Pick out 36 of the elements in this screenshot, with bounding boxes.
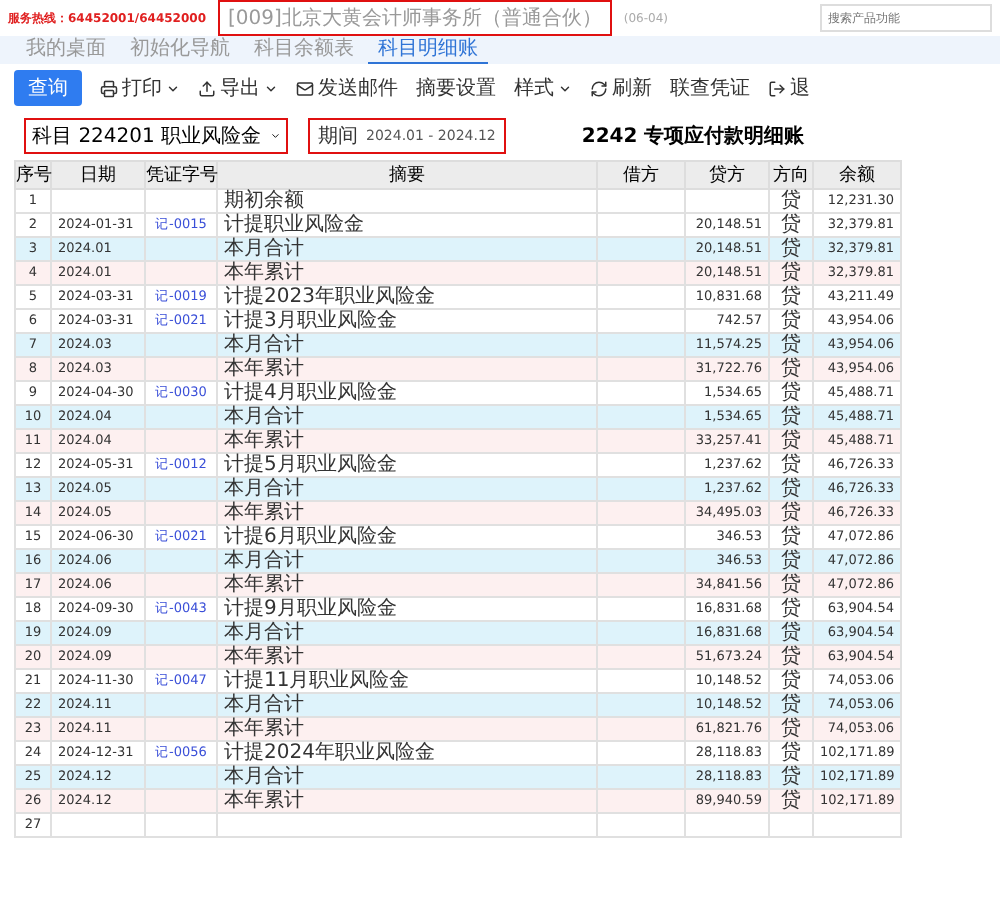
column-header: 日期 xyxy=(51,161,145,189)
column-header: 方向 xyxy=(769,161,813,189)
toolbar-button[interactable]: 导出 xyxy=(198,74,278,102)
table-cell xyxy=(51,813,145,837)
period-label: 期间 xyxy=(318,123,358,150)
toolbar-button[interactable]: 刷新 xyxy=(590,74,652,102)
mail-icon xyxy=(296,79,314,97)
refresh-icon xyxy=(590,79,608,97)
column-header: 借方 xyxy=(597,161,685,189)
column-header: 贷方 xyxy=(685,161,769,189)
column-header: 序号 xyxy=(15,161,51,189)
table-cell xyxy=(769,813,813,837)
column-header: 余额 xyxy=(813,161,901,189)
tab[interactable]: 科目明细账 xyxy=(368,36,488,64)
caret-icon xyxy=(166,81,180,95)
toolbar-button[interactable]: 样式 xyxy=(514,74,572,102)
toolbar-button[interactable]: 摘要设置 xyxy=(416,74,496,102)
toolbar-button[interactable]: 发送邮件 xyxy=(296,74,398,102)
caret-icon xyxy=(269,128,280,144)
subject-select[interactable]: 科目 224201 职业风险金 xyxy=(24,118,288,154)
toolbar-button[interactable]: 联查凭证 xyxy=(670,74,750,102)
query-button[interactable]: 查询 xyxy=(14,70,82,106)
table-cell xyxy=(685,813,769,837)
toolbar-button[interactable]: 打印 xyxy=(100,74,180,102)
exit-icon xyxy=(768,79,786,97)
export-icon xyxy=(198,79,216,97)
ledger-title: 2242 专项应付款明细账 xyxy=(581,122,805,150)
company-name: [009]北京大黄会计师事务所（普通合伙） xyxy=(218,0,612,36)
toolbar-button[interactable]: 退 xyxy=(768,74,810,102)
printer-icon xyxy=(100,79,118,97)
table-cell xyxy=(813,813,901,837)
caret-icon xyxy=(264,81,278,95)
column-header: 摘要 xyxy=(217,161,597,189)
column-header: 凭证字号 xyxy=(145,161,217,189)
caret-icon xyxy=(558,81,572,95)
table-cell xyxy=(597,813,685,837)
